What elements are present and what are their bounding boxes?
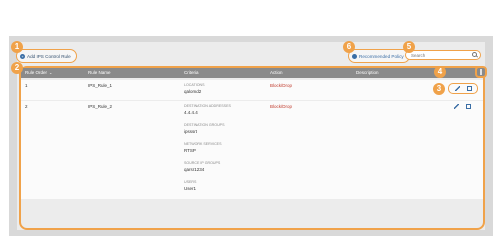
header-action: Action xyxy=(270,70,283,75)
search-icon[interactable] xyxy=(472,52,477,57)
criteria-label: USERS xyxy=(184,180,197,184)
rule-name: IPS_Rule_1 xyxy=(88,83,113,88)
callout-badge: 2 xyxy=(11,62,23,74)
table-row: 2 IPS_Rule_2 DESTINATION ADDRESSES 4.4.4… xyxy=(21,101,483,199)
callout-badge: 5 xyxy=(403,41,415,53)
row-actions xyxy=(448,83,478,94)
rule-action: Block/Drop xyxy=(270,83,293,88)
callout-badge: 1 xyxy=(11,41,23,53)
criteria-value: User1 xyxy=(184,186,197,191)
policy-icon xyxy=(352,53,357,59)
search-box[interactable] xyxy=(405,50,481,60)
recommended-policy-button[interactable]: Recommended Policy xyxy=(348,49,410,63)
criteria-label: LOCATIONS xyxy=(184,83,205,87)
recommended-policy-label: Recommended Policy xyxy=(359,53,404,59)
criteria-value: qarsr1234 xyxy=(184,167,205,172)
header-rule-order[interactable]: Rule Order ⌄ xyxy=(25,70,52,75)
criteria-label: DESTINATION GROUPS xyxy=(184,123,225,127)
add-rule-button[interactable]: + Add IPS Control Rule xyxy=(16,49,77,63)
column-menu-button[interactable] xyxy=(475,66,487,78)
header-description: Description xyxy=(356,70,379,75)
rule-order: 2 xyxy=(25,104,28,109)
criteria-label: NETWORK SERVICES xyxy=(184,142,222,146)
table-row: 1 IPS_Rule_1 LOCATIONS qalomd2 Block/Dro… xyxy=(21,80,483,100)
table-header: Rule Order ⌄ Rule Name Criteria Action De… xyxy=(21,68,483,78)
criteria-value: ipsssrt xyxy=(184,129,198,134)
criteria-value: 4.4.4.4 xyxy=(184,110,198,115)
criteria-label: DESTINATION ADDRESSES xyxy=(184,104,231,108)
criteria-cell: LOCATIONS qalomd2 xyxy=(184,80,205,94)
rule-order: 1 xyxy=(25,83,28,88)
callout-badge: 3 xyxy=(433,83,445,95)
plus-icon: + xyxy=(20,53,25,59)
copy-icon[interactable] xyxy=(466,104,471,109)
copy-icon[interactable] xyxy=(467,86,472,91)
callout-badge: 4 xyxy=(434,66,446,78)
search-input[interactable] xyxy=(411,52,471,58)
add-rule-label: Add IPS Control Rule xyxy=(27,53,71,59)
edit-icon[interactable] xyxy=(455,86,460,91)
rule-name: IPS_Rule_2 xyxy=(88,104,113,109)
header-rule-name: Rule Name xyxy=(88,70,111,75)
sort-icon[interactable]: ⌄ xyxy=(49,70,52,75)
edit-icon[interactable] xyxy=(454,104,459,109)
rule-action: Block/Drop xyxy=(270,104,293,109)
criteria-value: RTSP xyxy=(184,148,196,153)
criteria-label: SOURCE IP GROUPS xyxy=(184,161,221,165)
kebab-icon xyxy=(480,69,482,75)
criteria-value: qalomd2 xyxy=(184,89,202,94)
criteria-cell: DESTINATION ADDRESSES 4.4.4.4 DESTINATIO… xyxy=(184,101,231,191)
callout-badge: 6 xyxy=(343,41,355,53)
header-criteria: Criteria xyxy=(184,70,199,75)
